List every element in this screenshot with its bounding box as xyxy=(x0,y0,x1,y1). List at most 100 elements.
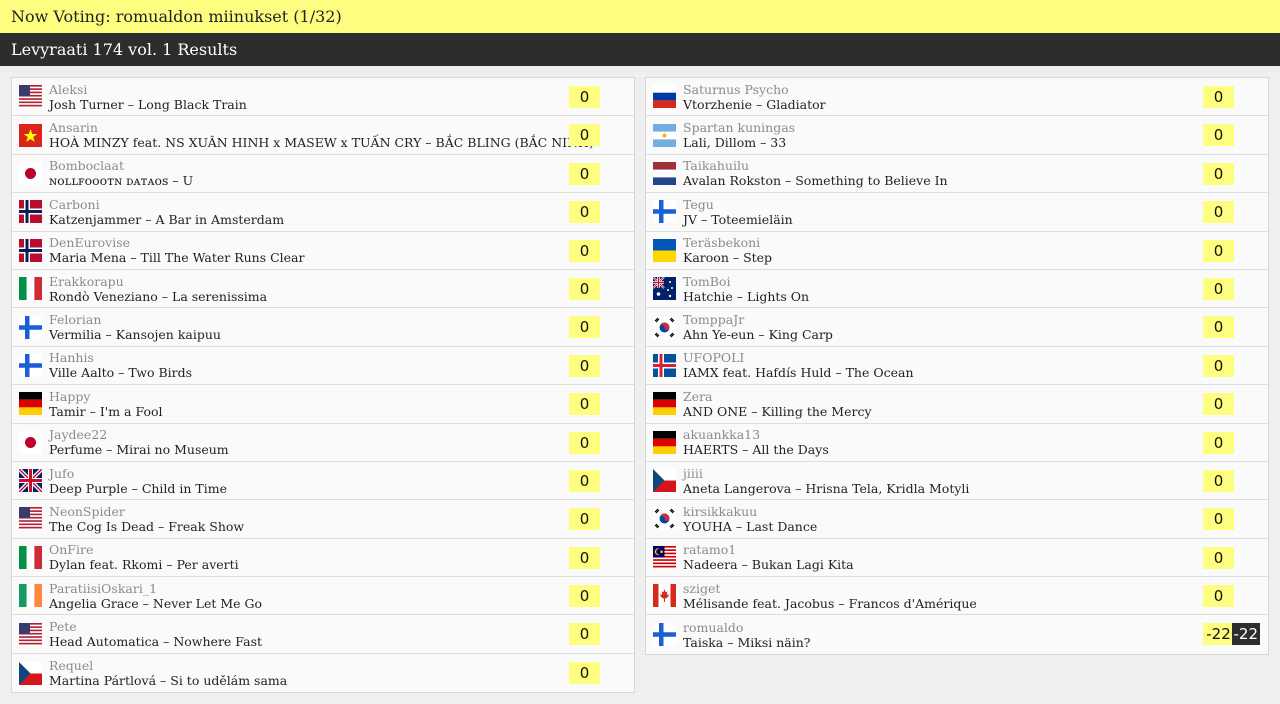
song-title: Perfume – Mirai no Museum xyxy=(49,442,229,458)
result-row: Ansarin HOÀ MINZY feat. NS XUÂN HINH x MA… xyxy=(12,116,634,155)
song-title: Karoon – Step xyxy=(683,250,773,266)
result-text: akuankka13 HAERTS – All the Days xyxy=(683,427,829,457)
result-text: Erakkorapu Rondò Veneziano – La serenissi… xyxy=(49,274,267,304)
result-text: Felorian Vermilia – Kansojen kaipuu xyxy=(49,312,221,342)
result-text: romualdo Taiska – Miksi näin? xyxy=(683,620,810,650)
score-badge: 0 xyxy=(1203,277,1234,300)
voter-name: TomppaJr xyxy=(683,312,745,328)
voter-name: Hanhis xyxy=(49,350,94,366)
song-title: Aneta Langerova – Hrisna Tela, Kridla Mo… xyxy=(683,480,970,496)
result-text: NeonSpider The Cog Is Dead – Freak Show xyxy=(49,504,244,534)
voter-name: Taikahuilu xyxy=(683,158,749,174)
song-title: YOUHA – Last Dance xyxy=(683,518,818,534)
result-text: OnFire Dylan feat. Rkomi – Per averti xyxy=(49,542,239,572)
score-badge: 0 xyxy=(569,124,600,147)
result-text: sziget Mélisande feat. Jacobus – Francos … xyxy=(683,581,977,611)
result-row: UFOPOLI IAMX feat. Hafdís Huld – The Ocea… xyxy=(646,347,1268,386)
song-title: Hatchie – Lights On xyxy=(683,288,810,304)
results-columns: Aleksi Josh Turner – Long Black Train 0 Ans… xyxy=(11,77,1269,694)
song-title: HOÀ MINZY feat. NS XUÂN HINH x MASEW x T… xyxy=(49,135,594,151)
voter-name: Teräsbekoni xyxy=(683,235,761,251)
voter-name: DenEurovise xyxy=(49,235,131,251)
no-flag-icon xyxy=(19,200,42,224)
result-text: UFOPOLI IAMX feat. Hafdís Huld – The Ocea… xyxy=(683,350,914,380)
song-title: Katzenjammer – A Bar in Amsterdam xyxy=(49,211,285,227)
song-title: ɴᴏʟʟꜰᴏᴏᴏᴛɴ ᴅᴀᴛᴀᴏꜱ – U xyxy=(49,173,194,189)
result-row: kirsikkakuu YOUHA – Last Dance 0 xyxy=(646,500,1268,539)
result-text: Zera AND ONE – Killing the Mercy xyxy=(683,389,872,419)
lv-nl-flag-icon xyxy=(653,161,676,185)
score-badge: 0 xyxy=(569,661,600,684)
score-badge: 0 xyxy=(1203,508,1234,531)
voter-name: Requel xyxy=(49,658,94,674)
score-badge: 0 xyxy=(1203,239,1234,262)
song-title: Rondò Veneziano – La serenissima xyxy=(49,288,268,304)
voter-name: jiiii xyxy=(683,465,703,481)
de-flag-icon xyxy=(653,392,676,416)
song-title: Tamir – I'm a Fool xyxy=(49,403,163,419)
result-row: TomBoi Hatchie – Lights On 0 xyxy=(646,270,1268,309)
result-text: Jufo Deep Purple – Child in Time xyxy=(49,466,227,496)
song-title: Martina Pártlová – Si to udělám sama xyxy=(49,673,288,689)
de-flag-icon xyxy=(19,392,42,416)
result-row: Erakkorapu Rondò Veneziano – La serenissi… xyxy=(12,270,634,309)
jp-flag-icon xyxy=(19,161,42,185)
ca-flag-icon xyxy=(653,584,676,608)
song-title: Dylan feat. Rkomi – Per averti xyxy=(49,557,239,573)
voter-name: Saturnus Psycho xyxy=(683,81,789,97)
score-badge: 0 xyxy=(569,277,600,300)
result-row: Happy Tamir – I'm a Fool 0 xyxy=(12,385,634,424)
us-flag-icon xyxy=(19,622,42,646)
no-flag-icon xyxy=(19,238,42,262)
voter-name: Happy xyxy=(49,388,91,404)
song-title: Lali, Dillom – 33 xyxy=(683,135,787,151)
score-badge: 0 xyxy=(569,162,600,185)
cz-flag-icon xyxy=(19,661,42,685)
song-title: Mélisande feat. Jacobus – Francos d'Amér… xyxy=(683,595,977,611)
voter-name: romualdo xyxy=(683,619,744,635)
voter-name: ParatiisiOskari_1 xyxy=(49,580,158,596)
score-badge: 0 xyxy=(1203,162,1234,185)
song-title: Ville Aalto – Two Birds xyxy=(49,365,193,381)
result-text: Pete Head Automatica – Nowhere Fast xyxy=(49,619,262,649)
score-badge: 0 xyxy=(1203,469,1234,492)
score-badge: 0 xyxy=(1203,354,1234,377)
voter-name: sziget xyxy=(683,580,721,596)
result-text: DenEurovise Maria Mena – Till The Water R… xyxy=(49,235,304,265)
song-title: Avalan Rokston – Something to Believe In xyxy=(683,173,948,189)
voter-name: Carboni xyxy=(49,196,100,212)
song-title: Josh Turner – Long Black Train xyxy=(49,96,247,112)
cz-flag-icon xyxy=(653,469,676,493)
result-row: Tegu JV – Toteemieläin 0 xyxy=(646,193,1268,232)
result-text: Bomboclaat ɴᴏʟʟꜰᴏᴏᴏᴛɴ ᴅᴀᴛᴀᴏꜱ – U xyxy=(49,158,193,188)
voter-name: akuankka13 xyxy=(683,427,761,443)
score-badge: 0 xyxy=(1203,585,1234,608)
result-text: Jaydee22 Perfume – Mirai no Museum xyxy=(49,427,229,457)
voter-name: Aleksi xyxy=(49,81,88,97)
my-flag-icon xyxy=(653,545,676,569)
result-text: ratamo1 Nadeera – Bukan Lagi Kita xyxy=(683,542,854,572)
song-title: Ahn Ye-eun – King Carp xyxy=(683,327,833,343)
score-change-badge: -22 xyxy=(1231,623,1260,646)
result-text: Happy Tamir – I'm a Fool xyxy=(49,389,163,419)
result-text: Aleksi Josh Turner – Long Black Train xyxy=(49,82,247,112)
voter-name: Felorian xyxy=(49,312,102,328)
result-text: Tegu JV – Toteemieläin xyxy=(683,197,793,227)
result-row: OnFire Dylan feat. Rkomi – Per averti 0 xyxy=(12,539,634,578)
voter-name: Jaydee22 xyxy=(49,427,108,443)
us-flag-icon xyxy=(19,507,42,531)
song-title: Maria Mena – Till The Water Runs Clear xyxy=(49,250,305,266)
result-row: DenEurovise Maria Mena – Till The Water R… xyxy=(12,232,634,270)
voter-name: ratamo1 xyxy=(683,542,737,558)
result-row: romualdo Taiska – Miksi näin? -22 -22 xyxy=(646,615,1268,653)
result-text: Taikahuilu Avalan Rokston – Something to … xyxy=(683,158,948,188)
result-row: ParatiisiOskari_1 Angelia Grace – Never L… xyxy=(12,577,634,616)
result-row: NeonSpider The Cog Is Dead – Freak Show 0 xyxy=(12,500,634,539)
kr-flag-icon xyxy=(653,315,676,339)
fi-flag-icon xyxy=(19,315,42,339)
voter-name: Spartan kuningas xyxy=(683,120,796,136)
result-row: Bomboclaat ɴᴏʟʟꜰᴏᴏᴏᴛɴ ᴅᴀᴛᴀᴏꜱ – U 0 xyxy=(12,155,634,194)
results-list-left: Aleksi Josh Turner – Long Black Train 0 Ans… xyxy=(11,77,635,694)
result-row: Spartan kuningas Lali, Dillom – 33 0 xyxy=(646,116,1268,155)
ua-flag-icon xyxy=(653,238,676,262)
